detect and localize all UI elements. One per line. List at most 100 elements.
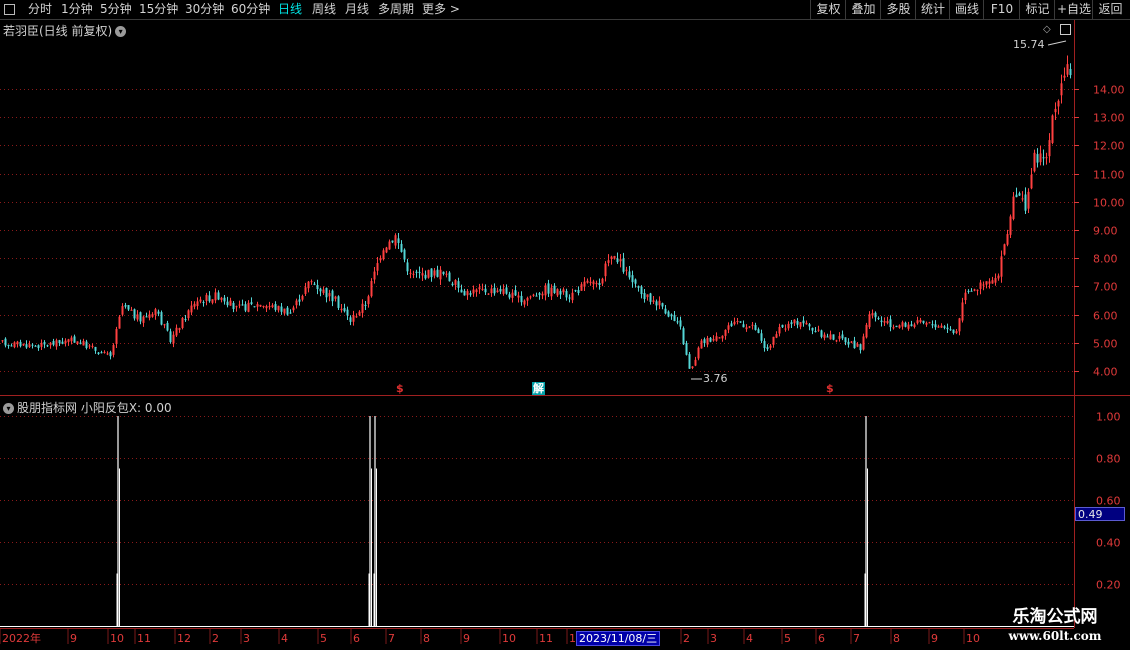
candle-body [814, 331, 817, 333]
candle-body [865, 324, 868, 338]
main-chart-grid [0, 89, 1074, 372]
candle-body [241, 304, 244, 306]
candle-body [418, 271, 421, 273]
candle-body [532, 294, 535, 296]
candle-body [415, 271, 418, 273]
candle-body [412, 273, 415, 275]
candle-body [706, 338, 709, 345]
candle-body [715, 336, 718, 341]
candle-body [652, 300, 655, 302]
candle-body [568, 297, 571, 299]
candle-body [163, 324, 166, 326]
candle-body [502, 288, 505, 294]
candle-body [760, 333, 763, 341]
candle-body [337, 296, 340, 308]
candle-body [385, 247, 388, 253]
candle-body [40, 342, 43, 347]
x-tick-label: 11 [539, 632, 553, 645]
candle-body [994, 278, 997, 283]
x-tick-label: 5 [784, 632, 791, 645]
candle-body [895, 325, 898, 328]
candle-body [835, 340, 838, 342]
candle-body [25, 344, 28, 348]
candle-body [319, 288, 322, 292]
chevron-down-icon[interactable]: ▾ [115, 26, 127, 37]
candle-body [481, 288, 484, 290]
candle-body [571, 292, 574, 301]
candle-body [175, 327, 178, 336]
candle-body [964, 292, 967, 301]
candle-body [901, 322, 904, 327]
candle-body [775, 334, 778, 338]
event-marker-dollar[interactable]: $ [826, 382, 834, 395]
candle-body [274, 304, 277, 310]
candle-body [310, 281, 313, 283]
chart-canvas[interactable]: 14.00 13.00 12.00 11.00 10.00 9.00 8.00 7.00 6.0… [0, 0, 1130, 650]
candle-body [616, 258, 619, 263]
candle-body [394, 235, 397, 246]
candle-body [664, 308, 667, 314]
candle-body [1006, 234, 1009, 245]
candle-body [946, 327, 949, 330]
candle-body [1009, 216, 1012, 235]
candle-body [967, 290, 970, 292]
candle-body [694, 359, 697, 366]
candle-body [817, 329, 820, 331]
candle-body [91, 345, 94, 347]
x-tick-label: 10 [966, 632, 980, 645]
panel-toggle-icon[interactable] [1060, 24, 1071, 35]
candle-body [826, 336, 829, 338]
candle-body [604, 263, 607, 277]
candle-body [730, 323, 733, 327]
candle-body [250, 302, 253, 305]
candle-body [877, 318, 880, 320]
candle-body [988, 281, 991, 284]
candle-body [61, 341, 64, 344]
candle-body [565, 290, 568, 298]
candle-body [1033, 152, 1036, 172]
candle-body [268, 306, 271, 308]
candle-body [496, 290, 499, 292]
chevron-down-icon[interactable]: ▾ [3, 403, 14, 414]
candle-body [472, 289, 475, 294]
candle-body [619, 259, 622, 262]
candle-body [37, 345, 40, 349]
candle-body [469, 293, 472, 295]
candle-body [46, 345, 49, 347]
candle-body [4, 338, 7, 346]
candle-body [1060, 83, 1063, 96]
low-price-label: 3.76 [703, 372, 728, 385]
event-marker-unlock[interactable]: 解 [532, 382, 545, 395]
candle-body [196, 301, 199, 307]
y-tick-label: 13.00 [1093, 112, 1125, 125]
x-tick-label: 9 [931, 632, 938, 645]
candle-body [1042, 157, 1045, 159]
candle-body [124, 305, 127, 307]
candle-body [421, 273, 424, 276]
candle-body [286, 307, 289, 315]
candle-body [205, 294, 208, 302]
candle-body [367, 296, 370, 305]
candle-body [439, 269, 442, 280]
candle-body [985, 281, 988, 285]
candle-body [886, 320, 889, 324]
diamond-icon[interactable]: ◇ [1043, 24, 1051, 35]
candle-body [667, 311, 670, 317]
candle-body [742, 324, 745, 328]
y-tick-label: 0.80 [1096, 453, 1121, 466]
event-marker-dollar[interactable]: $ [396, 382, 404, 395]
watermark: 乐淘公式网 www.60lt.com [980, 606, 1130, 650]
candle-body [841, 334, 844, 339]
candle-body [265, 306, 268, 309]
candle-body [631, 275, 634, 283]
date-cursor-label: 2023/11/08/三 [576, 631, 661, 646]
candle-body [697, 347, 700, 359]
indicator-series [0, 416, 1074, 627]
candle-body [505, 287, 508, 294]
candle-body [838, 335, 841, 339]
candle-body [28, 344, 31, 347]
candle-body [721, 335, 724, 339]
candle-body [427, 269, 430, 278]
candle-body [772, 336, 775, 345]
candle-body [676, 321, 679, 323]
